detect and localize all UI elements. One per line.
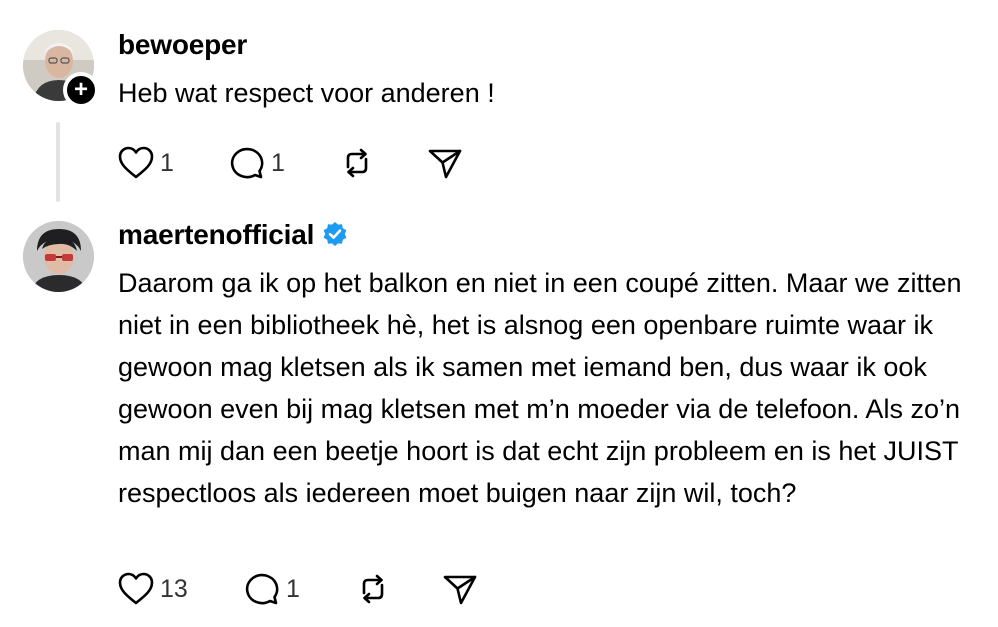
reply-count: 1 — [286, 574, 300, 603]
speech-bubble-icon — [245, 573, 279, 605]
person-photo-avatar-icon — [23, 221, 94, 292]
avatar-maertenofficial[interactable] — [23, 221, 94, 292]
reply-button[interactable]: 1 — [244, 569, 300, 609]
share-button[interactable] — [427, 143, 463, 183]
paper-plane-icon — [443, 575, 477, 605]
paper-plane-icon — [428, 149, 462, 179]
heart-icon — [118, 572, 154, 605]
repost-button[interactable] — [339, 143, 375, 183]
post-text: Daarom ga ik op het balkon en niet in ee… — [118, 268, 962, 508]
follow-plus-icon[interactable]: + — [63, 72, 99, 108]
repost-button[interactable] — [355, 569, 391, 609]
thread-connector-line — [56, 122, 60, 202]
username-text: maertenofficial — [118, 219, 315, 250]
like-button[interactable]: 13 — [118, 569, 188, 609]
username[interactable]: maertenofficial — [118, 219, 348, 254]
like-count: 13 — [160, 574, 188, 603]
verified-badge-icon — [322, 221, 348, 254]
post-bewoeper: + bewoeper Heb wat respect voor anderen … — [0, 0, 998, 205]
like-button[interactable]: 1 — [118, 143, 174, 183]
share-button[interactable] — [442, 569, 478, 609]
username[interactable]: bewoeper — [118, 29, 247, 61]
reply-button[interactable]: 1 — [229, 143, 285, 183]
heart-icon — [118, 146, 154, 179]
speech-bubble-icon — [230, 147, 264, 179]
like-count: 1 — [160, 148, 174, 177]
post-text: Heb wat respect voor anderen ! — [118, 78, 495, 108]
post-maertenofficial: maertenofficial Daarom ga ik op het balk… — [0, 205, 998, 627]
repost-icon — [346, 148, 368, 178]
repost-icon — [362, 574, 384, 604]
reply-count: 1 — [271, 148, 285, 177]
